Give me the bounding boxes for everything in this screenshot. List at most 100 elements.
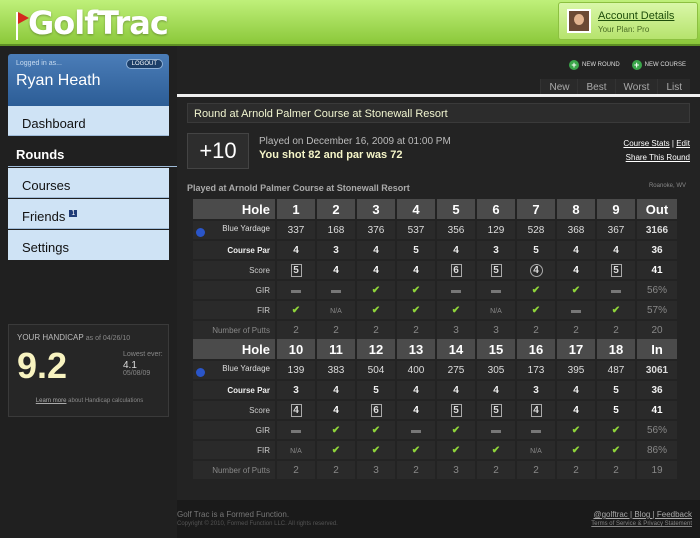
row-label-text: Number of Putts xyxy=(212,465,270,475)
hole-number: 17 xyxy=(557,339,595,359)
cell: 4 xyxy=(437,381,475,399)
new-round-button[interactable]: + NEW ROUND xyxy=(568,60,620,70)
cell: 4 xyxy=(357,241,395,259)
nav-rounds[interactable]: Rounds xyxy=(8,137,177,167)
check-icon: ✔ xyxy=(571,444,581,456)
check-icon: ✔ xyxy=(371,284,381,296)
hole-number: 8 xyxy=(557,199,595,219)
tee-color-dot xyxy=(196,227,205,237)
cell: 4 xyxy=(277,241,315,259)
golftrac-logo[interactable]: GolfTrac xyxy=(6,2,169,42)
handicap-title: YOUR HANDICAP xyxy=(17,333,84,342)
check-icon: ✔ xyxy=(331,424,341,436)
total-cell: 56% xyxy=(637,421,677,439)
row-label-text: Hole xyxy=(241,341,270,357)
dash-icon: ▬ xyxy=(491,424,501,436)
stat-cell: ✔ xyxy=(597,301,635,319)
played-on: Played on December 16, 2009 at 01:00 PM xyxy=(259,136,451,147)
gir-row: GIR ▬ ✔ ✔ ▬ ✔ ▬ ▬ ✔ ✔ 56% xyxy=(193,421,677,439)
tab-best[interactable]: Best xyxy=(577,79,615,95)
tab-list[interactable]: List xyxy=(657,79,690,95)
logout-button[interactable]: LOGOUT xyxy=(125,59,163,69)
cell: 173 xyxy=(517,361,555,379)
stat-cell: ✔ xyxy=(437,301,475,319)
cell: 487 xyxy=(597,361,635,379)
sidebar: Logged in as... LOGOUT Ryan Heath Dashbo… xyxy=(0,46,177,538)
tab-worst[interactable]: Worst xyxy=(614,79,658,95)
total-cell: 3166 xyxy=(637,221,677,239)
stat-cell: N/A xyxy=(317,301,355,319)
hole-number: 13 xyxy=(397,339,435,359)
check-icon: ✔ xyxy=(451,444,461,456)
fir-row: FIR ✔ N/A ✔ ✔ ✔ N/A ✔ ▬ ✔ 57% xyxy=(193,301,677,319)
cell: 3 xyxy=(517,381,555,399)
tab-new[interactable]: New xyxy=(540,79,578,95)
stat-cell: ▬ xyxy=(557,301,595,319)
row-label: Blue Yardage xyxy=(193,361,275,379)
plan-label: Your Plan: Pro xyxy=(598,25,650,34)
cell: 2 xyxy=(517,461,555,479)
score-cell: 5 xyxy=(477,261,515,279)
round-content: Round at Arnold Palmer Course at Stonewa… xyxy=(177,94,700,500)
row-label: Hole xyxy=(193,199,275,219)
row-label: FIR xyxy=(193,441,275,459)
nav-settings[interactable]: Settings xyxy=(8,230,169,260)
score-cell: 4 xyxy=(317,261,355,279)
footer-legal[interactable]: Terms of Service & Privacy Statement xyxy=(591,521,692,527)
total-cell: 41 xyxy=(637,401,677,419)
hole-row: Hole 10 11 12 13 14 15 16 17 18 In xyxy=(193,339,677,359)
stat-cell: ✔ xyxy=(517,281,555,299)
total-cell: 57% xyxy=(637,301,677,319)
stat-cell: N/A xyxy=(517,441,555,459)
hole-number: 3 xyxy=(357,199,395,219)
played-at: Played at Arnold Palmer Course at Stonew… xyxy=(187,183,410,193)
nav-courses[interactable]: Courses xyxy=(8,168,169,198)
check-icon: ✔ xyxy=(571,424,581,436)
edit-link[interactable]: Edit xyxy=(676,139,690,148)
footer: Golf Trac is a Formed Function. Copyrigh… xyxy=(177,500,700,538)
course-stats-link[interactable]: Course Stats xyxy=(623,139,669,148)
stat-cell: N/A xyxy=(277,441,315,459)
learn-more-link[interactable]: Learn more xyxy=(36,398,67,404)
check-icon: ✔ xyxy=(571,284,581,296)
row-label-text: Hole xyxy=(241,201,270,217)
cell: 4 xyxy=(557,381,595,399)
total-cell: In xyxy=(637,339,677,359)
score-cell: 4 xyxy=(397,401,435,419)
na-label: N/A xyxy=(290,447,302,455)
stat-cell: ✔ xyxy=(357,441,395,459)
check-icon: ✔ xyxy=(411,284,421,296)
check-icon: ✔ xyxy=(611,424,621,436)
share-round-link[interactable]: Share This Round xyxy=(626,153,690,162)
check-icon: ✔ xyxy=(371,444,381,456)
hole-number: 15 xyxy=(477,339,515,359)
score-cell: 5 xyxy=(437,401,475,419)
account-box: Account Details Your Plan: Pro xyxy=(558,2,698,40)
check-icon: ✔ xyxy=(451,424,461,436)
stat-cell: ✔ xyxy=(357,301,395,319)
footer-links[interactable]: @golftrac | Blog | Feedback xyxy=(593,510,692,519)
round-tabs: New Best Worst List xyxy=(540,79,690,95)
row-label-text: Score xyxy=(249,265,270,275)
account-details-link[interactable]: Account Details xyxy=(598,10,674,22)
check-icon: ✔ xyxy=(451,304,461,316)
stat-cell: ✔ xyxy=(437,441,475,459)
plus-icon: + xyxy=(568,60,579,70)
user-box: Logged in as... LOGOUT Ryan Heath xyxy=(8,54,169,106)
row-label: Hole xyxy=(193,339,275,359)
hole-number: 11 xyxy=(317,339,355,359)
cell: 3 xyxy=(277,381,315,399)
hole-number: 6 xyxy=(477,199,515,219)
cell: 383 xyxy=(317,361,355,379)
nav-friends[interactable]: Friends 1 xyxy=(8,199,169,229)
cell: 4 xyxy=(477,381,515,399)
scorecard-front: Hole 1 2 3 4 5 6 7 8 9 Out Blue Yardage 337 168 376 537… xyxy=(191,197,679,341)
nav-dashboard[interactable]: Dashboard xyxy=(8,106,169,136)
bogey-marker: 4 xyxy=(290,403,302,417)
score-cell: 5 xyxy=(597,401,635,419)
dash-icon: ▬ xyxy=(411,424,421,436)
hole-number: 2 xyxy=(317,199,355,219)
new-course-button[interactable]: + NEW COURSE xyxy=(631,60,686,70)
cell: 528 xyxy=(517,221,555,239)
stat-cell: ✔ xyxy=(557,421,595,439)
